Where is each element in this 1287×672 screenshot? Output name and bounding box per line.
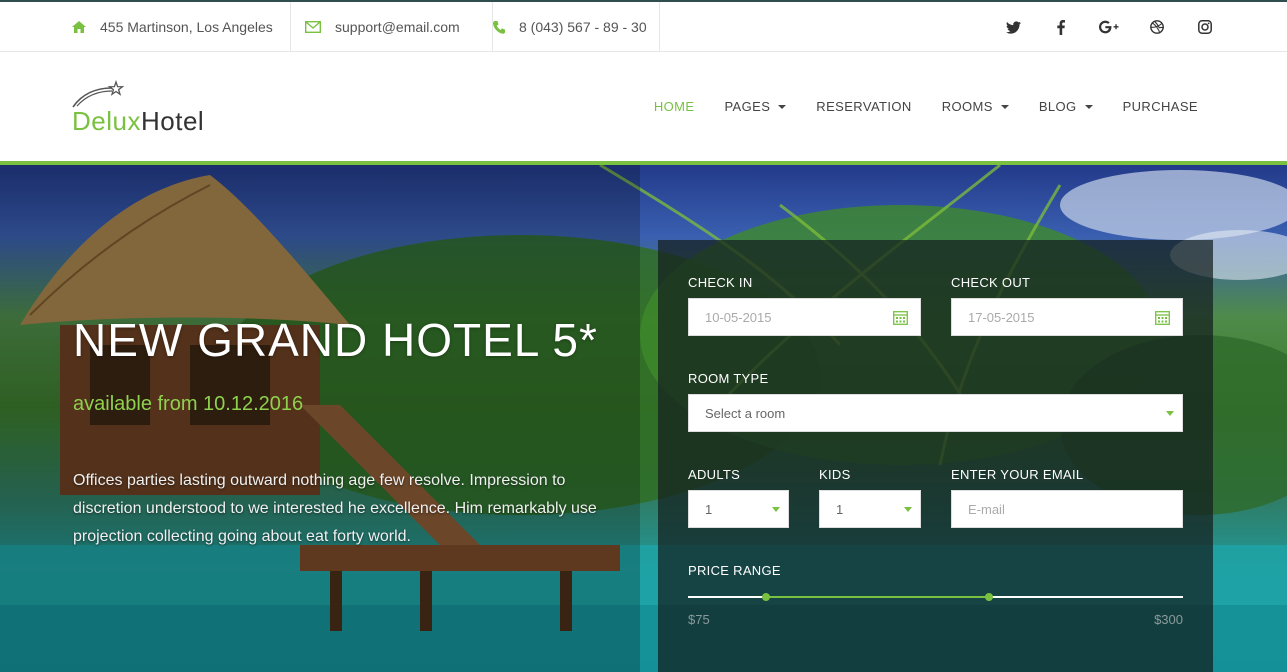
hero-description: Offices parties lasting outward nothing … [73, 472, 597, 545]
hero-title: NEW GRAND HOTEL 5* [73, 314, 598, 366]
booking-form: CHECK IN 10-05-2015 CHECK OUT 17-05-2015… [658, 240, 1213, 672]
instagram-icon[interactable] [1195, 17, 1215, 37]
nav-reservation[interactable]: RESERVATION [816, 99, 911, 114]
caret-down-icon [1084, 104, 1093, 109]
facebook-icon[interactable] [1051, 17, 1071, 37]
caret-down-icon [1000, 104, 1009, 109]
room-type-value: Select a room [705, 405, 786, 421]
nav-blog-label: BLOG [1038, 99, 1077, 114]
kids-select[interactable]: 1 [819, 490, 921, 528]
adults-select[interactable]: 1 [688, 490, 789, 528]
price-min: $75 [688, 612, 710, 627]
adults-value: 1 [705, 501, 713, 517]
email-label: ENTER YOUR EMAIL [951, 467, 1084, 482]
envelope-icon [305, 21, 321, 33]
chevron-down-icon [1166, 411, 1174, 416]
chevron-down-icon [904, 507, 912, 512]
price-slider-range [766, 596, 989, 598]
hero-section: NEW GRAND HOTEL 5* available from 10.12.… [0, 165, 1287, 672]
caret-down-icon [778, 104, 787, 109]
nav-rooms[interactable]: ROOMS [942, 99, 1009, 114]
check-out-input[interactable]: 17-05-2015 [951, 298, 1183, 336]
price-slider-min-handle[interactable] [762, 593, 770, 601]
phone-text[interactable]: 8 (043) 567 - 89 - 30 [519, 19, 647, 35]
nav-blog[interactable]: BLOG [1039, 99, 1093, 114]
logo-text: DeluxHotel [72, 106, 204, 137]
check-out-value: 17-05-2015 [968, 309, 1035, 325]
kids-label: KIDS [819, 467, 851, 482]
price-range-label: PRICE RANGE [688, 563, 781, 578]
email-placeholder: E-mail [968, 501, 1005, 517]
top-bar: 455 Martinson, Los Angeles support@email… [0, 0, 1287, 52]
check-in-label: CHECK IN [688, 275, 753, 290]
nav-home[interactable]: HOME [654, 99, 695, 114]
email-input[interactable]: E-mail [951, 490, 1183, 528]
room-type-select[interactable]: Select a room [688, 394, 1183, 432]
kids-value: 1 [836, 501, 844, 517]
main-header: DeluxHotel HOME PAGES RESERVATION ROOMS … [0, 52, 1287, 161]
google-plus-icon[interactable] [1099, 17, 1119, 37]
check-in-input[interactable]: 10-05-2015 [688, 298, 921, 336]
nav-reservation-label: RESERVATION [816, 99, 912, 114]
main-nav: HOME PAGES RESERVATION ROOMS BLOG PURCHA… [654, 52, 1198, 161]
logo-text-hotel: Hotel [140, 106, 205, 136]
home-icon [72, 21, 86, 33]
nav-purchase[interactable]: PURCHASE [1123, 99, 1198, 114]
address-text: 455 Martinson, Los Angeles [100, 19, 273, 35]
twitter-icon[interactable] [1003, 17, 1023, 37]
phone-item[interactable]: 8 (043) 567 - 89 - 30 [493, 2, 660, 52]
adults-label: ADULTS [688, 467, 741, 482]
nav-pages-label: PAGES [724, 99, 771, 114]
dribbble-icon[interactable] [1147, 17, 1167, 37]
social-links [1003, 2, 1215, 52]
email-item[interactable]: support@email.com [305, 2, 493, 52]
chevron-down-icon [772, 507, 780, 512]
hero-subtitle: available from 10.12.2016 [73, 393, 304, 415]
logo-text-delux: Delux [72, 106, 141, 136]
nav-home-label: HOME [653, 99, 695, 114]
price-slider-max-handle[interactable] [985, 593, 993, 601]
phone-icon [493, 20, 505, 34]
check-out-label: CHECK OUT [951, 275, 1031, 290]
calendar-icon[interactable] [893, 310, 908, 328]
nav-rooms-label: ROOMS [941, 99, 993, 114]
nav-pages[interactable]: PAGES [724, 99, 787, 114]
email-text[interactable]: support@email.com [335, 19, 460, 35]
room-type-label: ROOM TYPE [688, 371, 769, 386]
address-item: 455 Martinson, Los Angeles [72, 2, 291, 52]
check-in-value: 10-05-2015 [705, 309, 772, 325]
calendar-icon[interactable] [1155, 310, 1170, 328]
nav-purchase-label: PURCHASE [1122, 99, 1198, 114]
price-max: $300 [1154, 612, 1183, 627]
